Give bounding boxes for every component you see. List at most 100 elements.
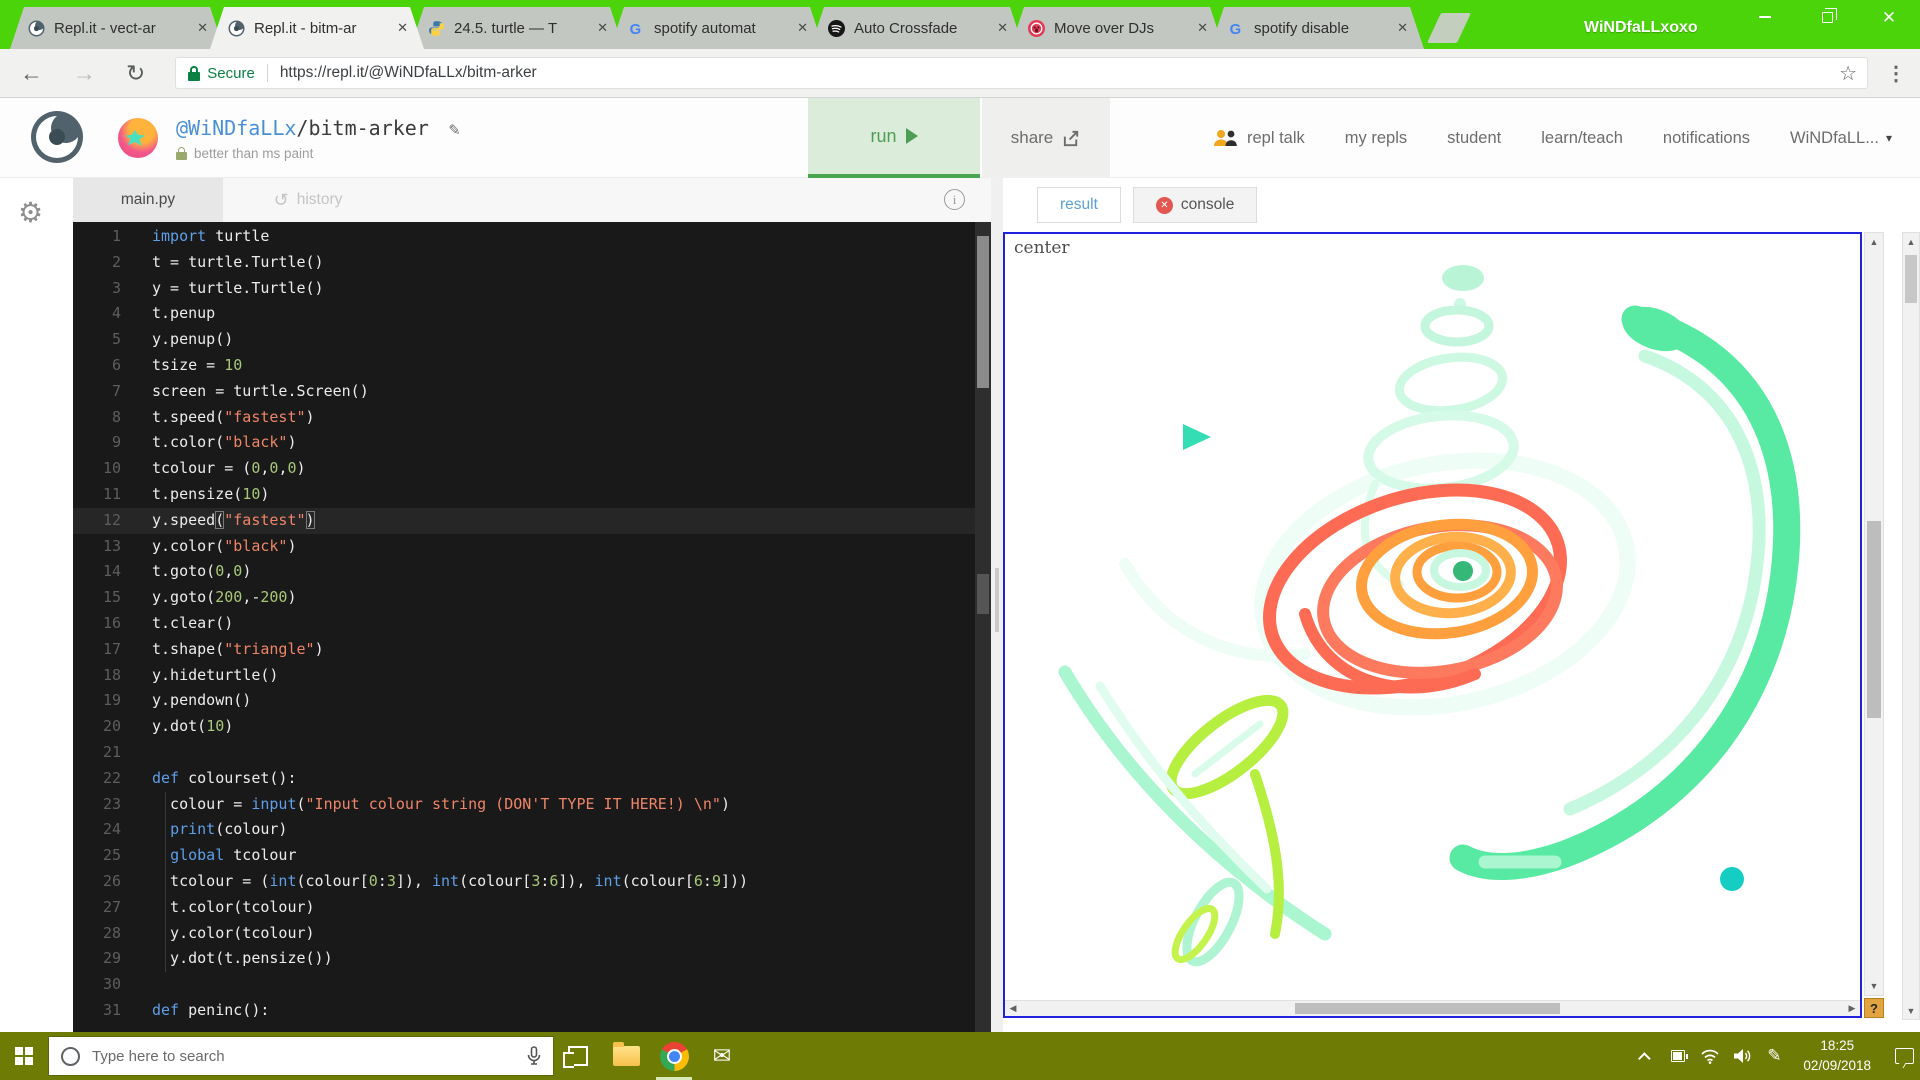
browser-tab[interactable]: Gspotify automat✕ [610,7,824,49]
tab-main-py[interactable]: main.py [73,178,223,222]
battery-indicator[interactable] [1667,1050,1689,1062]
canvas-vscroll-thumb[interactable] [1867,521,1881,718]
line-number: 9 [73,430,121,456]
search-input[interactable] [92,1048,517,1065]
scroll-right-icon[interactable]: ▶ [1844,1001,1860,1016]
replit-logo[interactable] [30,110,84,164]
line-number: 4 [73,301,121,327]
page-scrollbar[interactable]: ▲ ▼ [1902,232,1920,1020]
google-icon: G [628,20,645,37]
canvas-help-button[interactable]: ? [1864,998,1884,1018]
tab-close-icon[interactable]: ✕ [797,20,808,36]
share-button[interactable]: share [982,98,1110,178]
avatar[interactable] [118,118,158,158]
nav-my-repls[interactable]: my repls [1345,129,1407,148]
chrome-taskbar-button[interactable] [650,1032,698,1080]
browser-tab[interactable]: 24.5. turtle — T✕ [410,7,624,49]
browser-tab[interactable]: Repl.it - vect-ar✕ [10,7,224,49]
ink-workspace-button[interactable]: ✎ [1763,1046,1785,1066]
taskbar-search[interactable] [48,1036,554,1076]
browser-tab-strip: Repl.it - vect-ar✕Repl.it - bitm-ar✕24.5… [0,0,1920,49]
code-line: 21 [73,740,975,766]
code-text: y.pendown() [152,688,251,714]
repl-username[interactable]: @WiNDfaLLx [176,116,296,140]
tab-close-icon[interactable]: ✕ [1197,20,1208,36]
svg-text:G: G [630,21,642,36]
scroll-down-icon[interactable]: ▼ [1903,1002,1919,1019]
browser-tab[interactable]: Gspotify disable✕ [1210,7,1424,49]
code-text: tcolour = (int(colour[0:3]), int(colour[… [152,869,748,895]
close-button[interactable]: ✕ [1858,0,1920,34]
wifi-icon [1700,1048,1720,1064]
nav-notifications[interactable]: notifications [1663,129,1750,148]
page-scroll-thumb[interactable] [1905,255,1917,303]
new-tab-button[interactable] [1427,13,1471,43]
canvas-hscroll-thumb[interactable] [1295,1003,1560,1014]
nav-repl-talk[interactable]: repl talk [1212,129,1305,148]
scroll-left-icon[interactable]: ◀ [1005,1001,1021,1016]
code-line: 10tcolour = (0,0,0) [73,456,975,482]
tab-history[interactable]: ↺ history [223,178,393,222]
share-icon [1062,129,1081,148]
mail-button[interactable]: ✉ [698,1032,746,1080]
nav-learn-teach[interactable]: learn/teach [1541,129,1623,148]
tab-close-icon[interactable]: ✕ [597,20,608,36]
turtle-canvas[interactable]: center [1003,232,1862,1018]
windows-logo-icon [15,1047,33,1065]
tab-console[interactable]: ✕ console [1133,187,1257,223]
tab-close-icon[interactable]: ✕ [997,20,1008,36]
action-center-icon[interactable] [1895,1048,1914,1064]
browser-menu-icon[interactable]: ⋮ [1886,61,1906,86]
file-explorer-button[interactable] [602,1032,650,1080]
tab-close-icon[interactable]: ✕ [1397,20,1408,36]
splitter-grip[interactable] [995,568,999,632]
code-line: 6tsize = 10 [73,353,975,379]
scroll-down-icon[interactable]: ▼ [1865,977,1883,995]
chrome-profile-badge[interactable]: WiNDfaLLxoxo [1584,19,1698,37]
tab-close-icon[interactable]: ✕ [197,20,208,36]
account-menu[interactable]: WiNDfaLL... ▾ [1790,129,1892,148]
tab-close-icon[interactable]: ✕ [397,20,408,36]
code-text: t.speed("fastest") [152,405,315,431]
scroll-up-icon[interactable]: ▲ [1865,233,1883,251]
info-icon[interactable]: i [944,189,965,210]
browser-tab[interactable]: Auto Crossfade✕ [810,7,1024,49]
line-number: 14 [73,559,121,585]
tray-expand-button[interactable] [1635,1052,1657,1061]
editor-scrollbar[interactable] [975,222,991,1032]
pane-splitter[interactable] [991,178,1003,1032]
microphone-icon[interactable] [525,1046,543,1066]
bookmark-star-icon[interactable]: ☆ [1839,61,1857,86]
address-bar[interactable]: Secure https://repl.it/@WiNDfaLLx/bitm-a… [175,57,1868,89]
speaker-icon [1733,1048,1752,1064]
volume-indicator[interactable] [1731,1048,1753,1064]
url-text[interactable]: https://repl.it/@WiNDfaLLx/bitm-arker [280,64,1839,82]
minimize-button[interactable] [1734,0,1796,34]
browser-tab[interactable]: Repl.it - bitm-ar✕ [210,7,424,49]
canvas-vertical-scrollbar[interactable]: ▲ ▼ [1864,232,1884,996]
settings-gear-icon[interactable]: ⚙ [18,196,43,229]
code-line: 8t.speed("fastest") [73,405,975,431]
editor-scrollbar-thumb[interactable] [977,236,989,388]
record-icon [1028,20,1045,37]
edit-pencil-icon[interactable]: ✎ [449,119,460,140]
task-view-button[interactable] [554,1032,602,1080]
scroll-up-icon[interactable]: ▲ [1903,233,1919,250]
forward-button[interactable]: → [73,62,96,85]
code-text: def peninc(): [152,998,269,1024]
run-button[interactable]: run [808,98,980,178]
tab-result[interactable]: result [1037,187,1121,223]
restore-button[interactable] [1796,0,1858,34]
taskbar-clock[interactable]: 18:25 02/09/2018 [1803,1036,1871,1075]
back-button[interactable]: ← [20,62,43,85]
history-icon: ↺ [274,190,289,211]
wifi-indicator[interactable] [1699,1048,1721,1064]
canvas-horizontal-scrollbar[interactable]: ◀ ▶ [1005,1000,1860,1016]
nav-student[interactable]: student [1447,129,1501,148]
browser-tab[interactable]: Move over DJs✕ [1010,7,1224,49]
start-button[interactable] [0,1032,48,1080]
reload-button[interactable]: ↻ [126,62,145,85]
line-number: 19 [73,688,121,714]
code-text: t.color("black") [152,430,297,456]
code-area[interactable]: 1import turtle2t = turtle.Turtle()3y = t… [73,222,975,1032]
